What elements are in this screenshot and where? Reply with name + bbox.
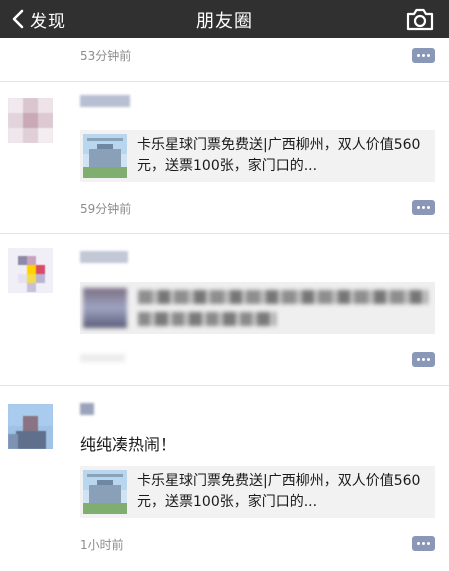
post-time: 53分钟前 xyxy=(80,49,132,63)
dot xyxy=(417,54,420,57)
page-title: 朋友圈 xyxy=(196,11,253,32)
avatar-image xyxy=(8,98,53,143)
avatar[interactable] xyxy=(8,404,53,449)
post-item: 卡乐星球门票免费送|广西柳州，双人价值560元，送票100张，家门口的... 5… xyxy=(0,82,449,232)
dot xyxy=(427,542,430,545)
post-time xyxy=(80,354,125,362)
post-item xyxy=(0,234,449,384)
post-time: 1小时前 xyxy=(80,538,124,552)
comment-button[interactable] xyxy=(412,48,435,63)
post-time: 59分钟前 xyxy=(80,202,132,216)
avatar-image xyxy=(8,404,53,449)
comment-button[interactable] xyxy=(412,200,435,215)
avatar[interactable] xyxy=(8,98,53,143)
dot xyxy=(417,206,420,209)
username[interactable] xyxy=(80,251,128,263)
avatar[interactable] xyxy=(8,248,53,293)
avatar-image xyxy=(8,248,53,293)
dot xyxy=(422,54,425,57)
link-card[interactable]: 卡乐星球门票免费送|广西柳州，双人价值560元，送票100张，家门口的... xyxy=(80,130,435,182)
link-thumbnail xyxy=(83,470,127,514)
comment-button[interactable] xyxy=(412,536,435,551)
dot xyxy=(427,54,430,57)
link-title: 卡乐星球门票免费送|广西柳州，双人价值560元，送票100张，家门口的... xyxy=(137,137,421,174)
link-card[interactable] xyxy=(80,282,435,334)
link-thumbnail xyxy=(83,288,127,328)
post-item: 53分钟前 xyxy=(0,38,449,80)
post-item: 纯纯凑热闹！ 卡乐星球门票免费送|广西柳州，双人价值560元，送票100张，家门… xyxy=(0,386,449,571)
username[interactable] xyxy=(80,95,130,107)
dot xyxy=(422,542,425,545)
dot xyxy=(427,358,430,361)
post-text: 纯纯凑热闹！ xyxy=(80,435,177,454)
link-card[interactable]: 卡乐星球门票免费送|广西柳州，双人价值560元，送票100张，家门口的... xyxy=(80,466,435,518)
dot xyxy=(417,358,420,361)
dot xyxy=(422,206,425,209)
link-title: 卡乐星球门票免费送|广西柳州，双人价值560元，送票100张，家门口的... xyxy=(137,473,421,510)
navigation-bar: 发现 朋友圈 xyxy=(0,0,449,38)
camera-icon[interactable] xyxy=(405,6,435,32)
blurred-text xyxy=(138,290,428,304)
comment-button[interactable] xyxy=(412,352,435,367)
link-thumbnail xyxy=(83,134,127,178)
dot xyxy=(422,358,425,361)
blurred-text xyxy=(138,312,276,326)
dot xyxy=(417,542,420,545)
dot xyxy=(427,206,430,209)
username[interactable] xyxy=(80,403,94,415)
